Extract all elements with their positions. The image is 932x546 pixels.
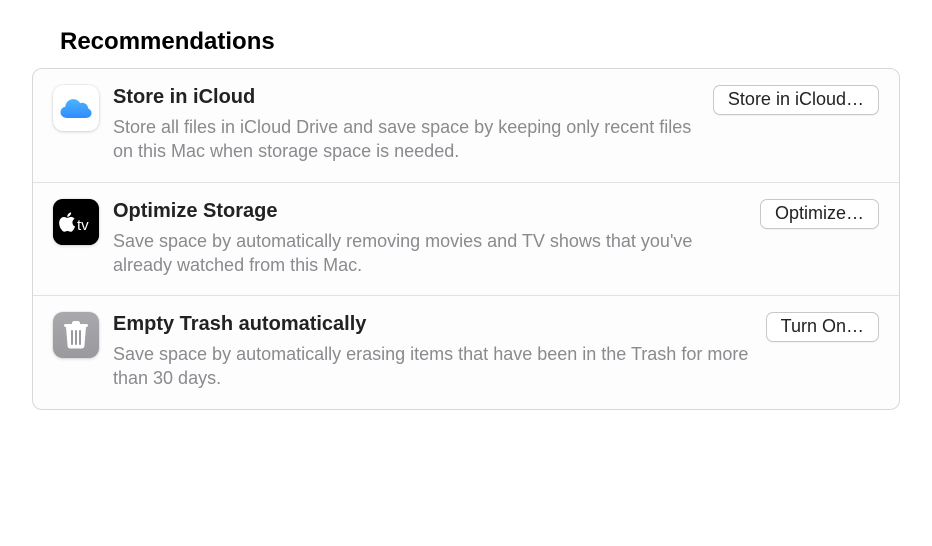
svg-text:tv: tv <box>77 217 89 234</box>
store-in-icloud-button[interactable]: Store in iCloud… <box>713 85 879 115</box>
recommendation-title: Optimize Storage <box>113 199 744 223</box>
icloud-icon <box>53 85 99 131</box>
recommendation-text: Optimize Storage Save space by automatic… <box>113 199 760 278</box>
apple-tv-icon: tv <box>53 199 99 245</box>
trash-icon <box>53 312 99 358</box>
recommendation-text: Store in iCloud Store all files in iClou… <box>113 85 713 164</box>
optimize-button[interactable]: Optimize… <box>760 199 879 229</box>
recommendation-row: tv Optimize Storage Save space by automa… <box>33 182 899 296</box>
turn-on-button[interactable]: Turn On… <box>766 312 879 342</box>
recommendation-desc: Store all files in iCloud Drive and save… <box>113 115 697 164</box>
recommendation-row: Store in iCloud Store all files in iClou… <box>33 69 899 182</box>
recommendation-desc: Save space by automatically removing mov… <box>113 229 744 278</box>
recommendation-desc: Save space by automatically erasing item… <box>113 342 750 391</box>
recommendations-panel: Store in iCloud Store all files in iClou… <box>32 68 900 410</box>
recommendation-title: Store in iCloud <box>113 85 697 109</box>
recommendation-row: Empty Trash automatically Save space by … <box>33 295 899 409</box>
recommendation-text: Empty Trash automatically Save space by … <box>113 312 766 391</box>
recommendations-heading: Recommendations <box>60 28 900 56</box>
recommendation-title: Empty Trash automatically <box>113 312 750 336</box>
